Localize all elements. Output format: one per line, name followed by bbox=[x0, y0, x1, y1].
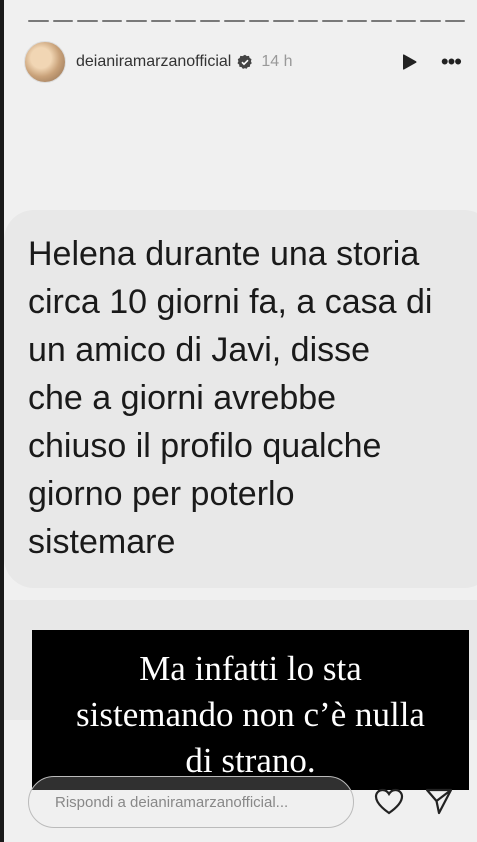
progress-segment bbox=[395, 20, 416, 22]
progress-segment bbox=[273, 20, 294, 22]
progress-segment bbox=[420, 20, 441, 22]
story-progress-bar bbox=[28, 20, 465, 22]
progress-segment bbox=[175, 20, 196, 22]
post-time: 14 h bbox=[261, 53, 293, 70]
progress-segment bbox=[444, 20, 465, 22]
story-caption: Ma infatti lo sta sistemando non c’è nul… bbox=[76, 649, 425, 780]
progress-segment bbox=[371, 20, 392, 22]
progress-segment bbox=[77, 20, 98, 22]
username-link[interactable]: deianiramarzanofficial bbox=[76, 53, 231, 71]
progress-segment bbox=[28, 20, 49, 22]
progress-segment bbox=[150, 20, 171, 22]
progress-segment bbox=[224, 20, 245, 22]
play-icon[interactable] bbox=[399, 52, 419, 72]
progress-segment bbox=[52, 20, 73, 22]
avatar[interactable] bbox=[24, 41, 66, 83]
progress-segment bbox=[126, 20, 147, 22]
progress-segment bbox=[101, 20, 122, 22]
reply-input[interactable] bbox=[53, 792, 337, 812]
story-header: deianiramarzanofficial 14 h ••• bbox=[24, 40, 462, 84]
progress-segment bbox=[322, 20, 343, 22]
story-viewer[interactable]: deianiramarzanofficial 14 h ••• Helena d… bbox=[4, 0, 477, 842]
message-text: Helena durante una storia circa 10 giorn… bbox=[28, 235, 433, 561]
heart-icon[interactable] bbox=[374, 788, 404, 816]
progress-segment bbox=[346, 20, 367, 22]
progress-segment bbox=[248, 20, 269, 22]
progress-segment bbox=[199, 20, 220, 22]
verified-badge-icon bbox=[237, 54, 253, 69]
send-icon[interactable] bbox=[424, 786, 454, 816]
reply-bar[interactable] bbox=[28, 776, 354, 828]
progress-segment bbox=[297, 20, 318, 22]
more-options-button[interactable]: ••• bbox=[441, 51, 462, 73]
